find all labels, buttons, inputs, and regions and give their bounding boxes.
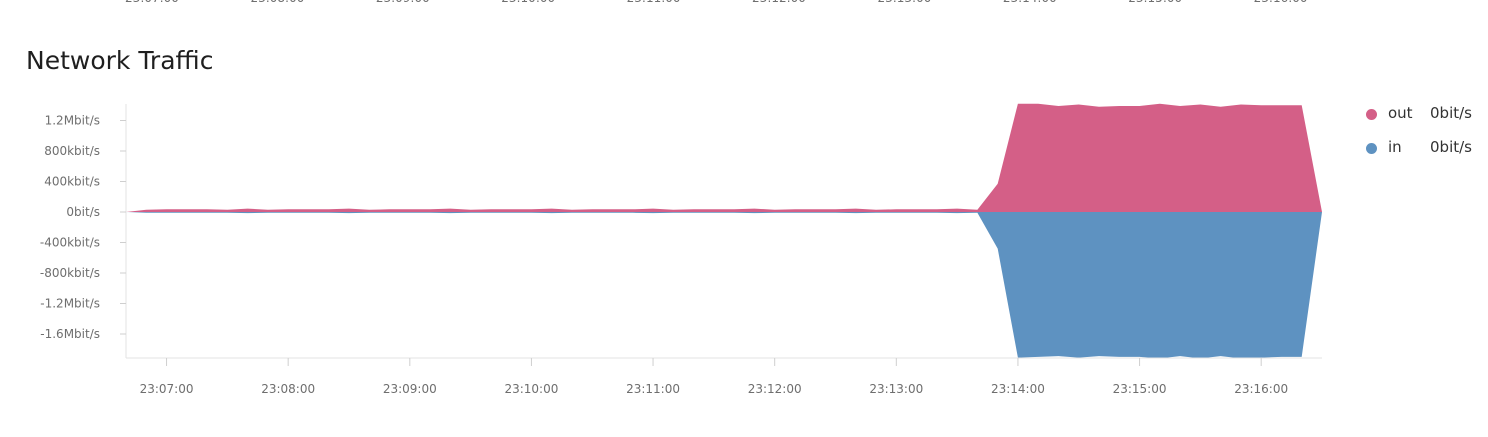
series-areas bbox=[126, 103, 1322, 359]
x-tick-label: 23:10:00 bbox=[504, 382, 558, 396]
legend-marker bbox=[1366, 109, 1377, 120]
y-tick-label: -800kbit/s bbox=[40, 266, 100, 280]
y-tick-label: -400kbit/s bbox=[40, 236, 100, 250]
y-axis-ticks: 1.2Mbit/s 800kbit/s 400kbit/s 0bit/s -400kbi… bbox=[40, 114, 126, 341]
y-tick-label: 1.2Mbit/s bbox=[45, 114, 100, 128]
y-tick-label: 400kbit/s bbox=[44, 175, 100, 189]
x-tick-label: 23:12:00 bbox=[748, 382, 802, 396]
legend-series-name: out bbox=[1388, 104, 1413, 122]
x-axis-ticks: 23:07:00 23:08:00 23:09:00 23:10:00 23:11:00… bbox=[140, 358, 1288, 396]
x-tick-label: 23:16:00 bbox=[1234, 382, 1288, 396]
y-tick-label: 800kbit/s bbox=[44, 144, 100, 158]
legend-current-value: 0bit/s bbox=[1430, 138, 1472, 156]
y-tick-label: -1.6Mbit/s bbox=[40, 327, 100, 341]
x-tick-label: 23:11:00 bbox=[626, 382, 680, 396]
x-tick-label: 23:14:00 bbox=[991, 382, 1045, 396]
series-area-out bbox=[126, 103, 1322, 212]
y-tick-label: -1.2Mbit/s bbox=[40, 297, 100, 311]
legend-current-value: 0bit/s bbox=[1430, 104, 1472, 122]
x-tick-label: 23:13:00 bbox=[869, 382, 923, 396]
legend-series-name: in bbox=[1388, 138, 1402, 156]
series-area-in bbox=[126, 212, 1322, 359]
network-traffic-chart: 1.2Mbit/s 800kbit/s 400kbit/s 0bit/s -400kbi… bbox=[40, 103, 1322, 396]
x-tick-label: 23:07:00 bbox=[140, 382, 194, 396]
legend-marker bbox=[1366, 143, 1377, 154]
x-tick-label: 23:15:00 bbox=[1113, 382, 1167, 396]
x-tick-label: 23:09:00 bbox=[383, 382, 437, 396]
y-tick-label: 0bit/s bbox=[66, 205, 100, 219]
x-tick-label: 23:08:00 bbox=[261, 382, 315, 396]
